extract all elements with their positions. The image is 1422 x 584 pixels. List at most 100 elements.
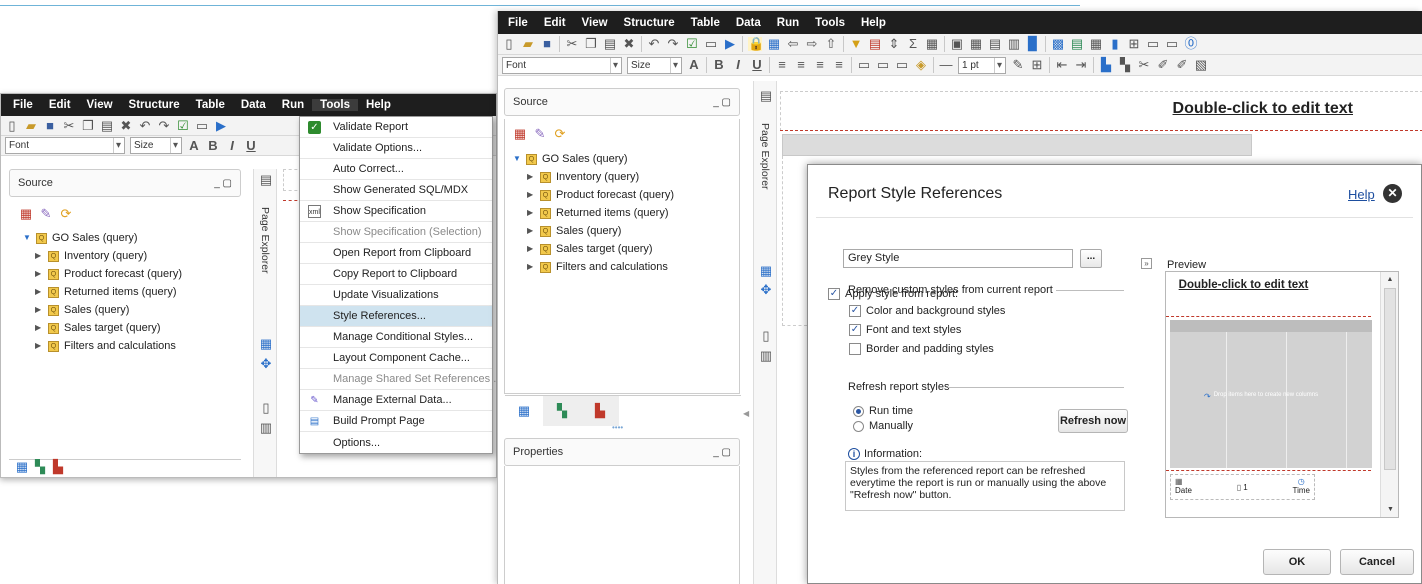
- image-icon[interactable]: ▧: [1194, 58, 1208, 72]
- apply-style-icon[interactable]: ✐: [1156, 58, 1170, 72]
- border-padding-checkbox[interactable]: [849, 343, 861, 355]
- merge-cells-icon[interactable]: ▭: [1146, 37, 1160, 51]
- menu-data[interactable]: Data: [233, 99, 274, 111]
- option-manually[interactable]: Manually: [853, 420, 913, 432]
- redo-icon[interactable]: ↷: [666, 37, 680, 51]
- tree-item[interactable]: ▶ Q Sales (query): [23, 301, 182, 319]
- tree-item[interactable]: ▶ Q Filters and calculations: [513, 258, 674, 276]
- menu-item-show-specification-selection[interactable]: Show Specification (Selection): [300, 222, 492, 243]
- menu-item-copy-to-clipboard[interactable]: Copy Report to Clipboard: [300, 264, 492, 285]
- align-center-icon[interactable]: ≡: [794, 58, 808, 72]
- italic-icon[interactable]: I: [225, 138, 239, 153]
- underline-icon[interactable]: U: [750, 58, 764, 72]
- prompt-page-icon[interactable]: ▥: [759, 349, 773, 363]
- insertable-objects-icon[interactable]: ▦: [513, 127, 527, 141]
- menu-table[interactable]: Table: [683, 17, 728, 29]
- run-icon[interactable]: ▶: [723, 37, 737, 51]
- help-icon[interactable]: ⓪: [1184, 37, 1198, 51]
- refresh-tree-icon[interactable]: ⟳: [553, 127, 567, 141]
- menu-item-style-references[interactable]: Style References...: [300, 306, 492, 327]
- menu-edit[interactable]: Edit: [536, 17, 574, 29]
- menu-item-show-sql[interactable]: Show Generated SQL/MDX: [300, 180, 492, 201]
- align-left-icon[interactable]: ≡: [775, 58, 789, 72]
- minimize-restore-icon[interactable]: _ ▢: [713, 97, 731, 108]
- font-color-icon[interactable]: A: [187, 138, 201, 153]
- color-background-checkbox[interactable]: ✓: [849, 305, 861, 317]
- toolbox-tab-icon[interactable]: ▙: [51, 460, 65, 474]
- font-color-icon[interactable]: A: [687, 58, 701, 72]
- conditional-style-icon[interactable]: ▙: [1099, 58, 1113, 72]
- edit-data-icon[interactable]: ▤: [1070, 37, 1084, 51]
- insertable-objects-icon[interactable]: ▦: [19, 207, 33, 221]
- menu-structure[interactable]: Structure: [616, 17, 683, 29]
- save-icon[interactable]: ■: [43, 118, 57, 133]
- filter-icon[interactable]: ▼: [849, 37, 863, 51]
- valign-bottom-icon[interactable]: ▭: [895, 58, 909, 72]
- justify-icon[interactable]: ≡: [832, 58, 846, 72]
- line-color-icon[interactable]: ✎: [1011, 58, 1025, 72]
- font-text-checkbox[interactable]: ✓: [849, 324, 861, 336]
- tree-item[interactable]: ▶ Q Sales target (query): [23, 319, 182, 337]
- menu-item-options[interactable]: Options...: [300, 432, 492, 453]
- edit-query-icon[interactable]: ✎: [39, 207, 53, 221]
- manually-radio[interactable]: [853, 420, 864, 432]
- data-items-tab-icon[interactable]: ▚: [33, 460, 47, 474]
- menu-help[interactable]: Help: [853, 17, 894, 29]
- source-tab-icon[interactable]: ▦: [505, 396, 543, 426]
- sort-icon[interactable]: ⇕: [887, 37, 901, 51]
- source-tab-icon[interactable]: ▦: [15, 460, 29, 474]
- close-icon[interactable]: ✕: [1383, 184, 1402, 203]
- style-name-field[interactable]: Grey Style: [843, 249, 1073, 268]
- new-icon[interactable]: ▯: [5, 118, 19, 133]
- validate-icon[interactable]: ☑: [176, 118, 190, 133]
- pivot-icon[interactable]: ▦: [1089, 37, 1103, 51]
- paste-icon[interactable]: ▤: [100, 118, 114, 133]
- browse-button[interactable]: ...: [1080, 249, 1102, 268]
- prompt-page-icon[interactable]: ▥: [259, 421, 273, 435]
- ok-button[interactable]: OK: [1263, 549, 1331, 575]
- split-cells-icon[interactable]: ▭: [1165, 37, 1179, 51]
- paint-icon[interactable]: ✐: [1175, 58, 1189, 72]
- query-explorer-icon[interactable]: ▦: [759, 264, 773, 278]
- report-icon[interactable]: ▭: [195, 118, 209, 133]
- menu-item-build-prompt-page[interactable]: ▤ Build Prompt Page: [300, 411, 492, 432]
- menu-item-layout-component-cache[interactable]: Layout Component Cache...: [300, 348, 492, 369]
- menu-view[interactable]: View: [574, 17, 616, 29]
- tree-item[interactable]: ▶ Q Sales target (query): [513, 240, 674, 258]
- menu-item-update-visualizations[interactable]: Update Visualizations: [300, 285, 492, 306]
- option-color-background[interactable]: ✓ Color and background styles: [849, 305, 1005, 317]
- chart-icon[interactable]: ▩: [1051, 37, 1065, 51]
- validate-icon[interactable]: ☑: [685, 37, 699, 51]
- delete-icon[interactable]: ✖: [622, 37, 636, 51]
- tree-item[interactable]: ▶ Q Returned items (query): [23, 283, 182, 301]
- data-items-tab-icon[interactable]: ▚: [543, 396, 581, 426]
- suppress-icon[interactable]: ▤: [868, 37, 882, 51]
- cut-icon[interactable]: ✂: [565, 37, 579, 51]
- scroll-up-icon[interactable]: ▲: [1381, 272, 1398, 283]
- menu-item-show-specification[interactable]: xml Show Specification: [300, 201, 492, 222]
- option-run-time[interactable]: Run time: [853, 405, 913, 417]
- table-icon[interactable]: ⊞: [1127, 37, 1141, 51]
- redo-icon[interactable]: ↷: [157, 118, 171, 133]
- minimize-restore-icon[interactable]: _ ▢: [713, 447, 731, 458]
- tree-item[interactable]: ▶ Q Product forecast (query): [23, 265, 182, 283]
- edit-query-icon[interactable]: ✎: [533, 127, 547, 141]
- menu-table[interactable]: Table: [188, 99, 233, 111]
- menu-item-validate-report[interactable]: ✓ Validate Report: [300, 117, 492, 138]
- menu-item-open-from-clipboard[interactable]: Open Report from Clipboard: [300, 243, 492, 264]
- pages-icon[interactable]: ▤: [259, 173, 273, 187]
- valign-top-icon[interactable]: ▭: [857, 58, 871, 72]
- refresh-now-button[interactable]: Refresh now: [1058, 409, 1128, 433]
- tree-item[interactable]: ▶ Q Product forecast (query): [513, 186, 674, 204]
- menu-file[interactable]: File: [500, 17, 536, 29]
- condition-explorer-icon[interactable]: ✥: [759, 283, 773, 297]
- undo-icon[interactable]: ↶: [138, 118, 152, 133]
- option-border-padding[interactable]: Border and padding styles: [849, 343, 994, 355]
- background-color-icon[interactable]: ◈: [914, 58, 928, 72]
- indent-icon[interactable]: ⇤: [1055, 58, 1069, 72]
- line-style-icon[interactable]: —: [939, 58, 953, 72]
- collapse-arrow-icon[interactable]: ◀: [743, 409, 749, 418]
- menu-help[interactable]: Help: [358, 99, 399, 111]
- insert-chart-icon[interactable]: ▮: [1108, 37, 1122, 51]
- menu-file[interactable]: File: [5, 99, 41, 111]
